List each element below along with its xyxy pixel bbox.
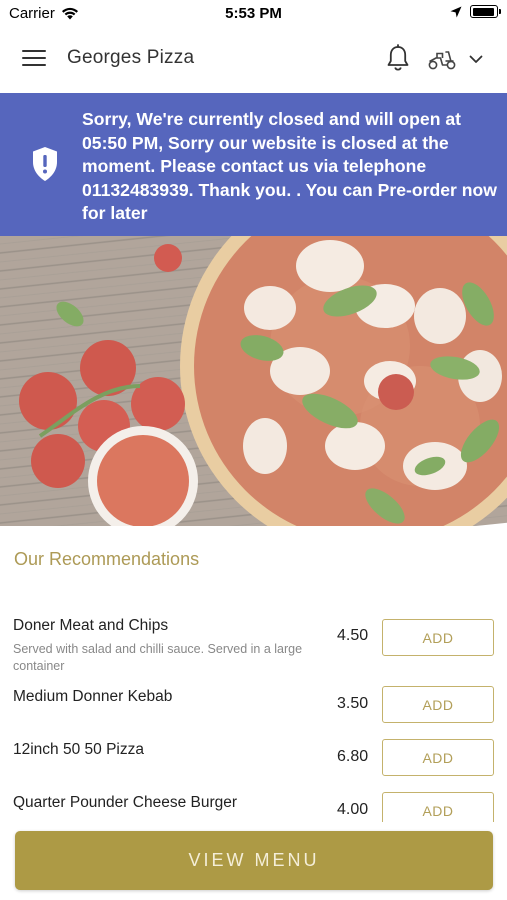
bell-icon (387, 44, 409, 71)
add-button[interactable]: ADD (382, 619, 494, 656)
scooter-icon (428, 51, 456, 70)
shield-alert-icon (33, 147, 57, 181)
hamburger-menu-button[interactable] (22, 50, 46, 68)
add-button[interactable]: ADD (382, 686, 494, 723)
item-name: Doner Meat and Chips (13, 617, 169, 634)
status-right (450, 5, 501, 18)
item-description: Served with salad and chilli sauce. Serv… (13, 642, 303, 673)
view-menu-button[interactable]: VIEW MENU (15, 831, 493, 890)
battery-icon (470, 5, 501, 18)
app-header: Georges Pizza (0, 28, 507, 92)
battery-level (472, 7, 495, 16)
item-price: 4.50 (337, 627, 369, 644)
add-button[interactable]: ADD (382, 792, 494, 822)
item-price: 4.00 (337, 801, 369, 818)
hamburger-icon-line (22, 57, 46, 59)
recommendations-list: Doner Meat and Chips Served with salad a… (0, 612, 507, 822)
status-bar: Carrier 5:53 PM (0, 0, 507, 28)
item-name: Quarter Pounder Cheese Burger (13, 794, 238, 811)
hamburger-icon-line (22, 64, 46, 66)
add-button[interactable]: ADD (382, 739, 494, 776)
closed-notice-banner: Sorry, We're currently closed and will o… (0, 93, 507, 236)
delivery-mode-button[interactable] (427, 44, 493, 74)
chevron-down-icon (469, 55, 483, 63)
clock: 5:53 PM (225, 5, 282, 22)
app-title: Georges Pizza (67, 47, 195, 68)
item-name: Medium Donner Kebab (13, 688, 173, 705)
hero-image (0, 236, 507, 526)
item-price: 3.50 (337, 695, 369, 712)
location-arrow-icon (450, 6, 462, 17)
recommendations-title: Our Recommendations (14, 549, 200, 569)
item-price: 6.80 (337, 748, 369, 765)
hamburger-icon-line (22, 50, 46, 52)
closed-notice-message: Sorry, We're currently closed and will o… (82, 109, 497, 223)
pizza-hero-illustration (0, 236, 507, 526)
item-name: 12inch 50 50 Pizza (13, 741, 144, 758)
notifications-button[interactable] (385, 44, 411, 72)
